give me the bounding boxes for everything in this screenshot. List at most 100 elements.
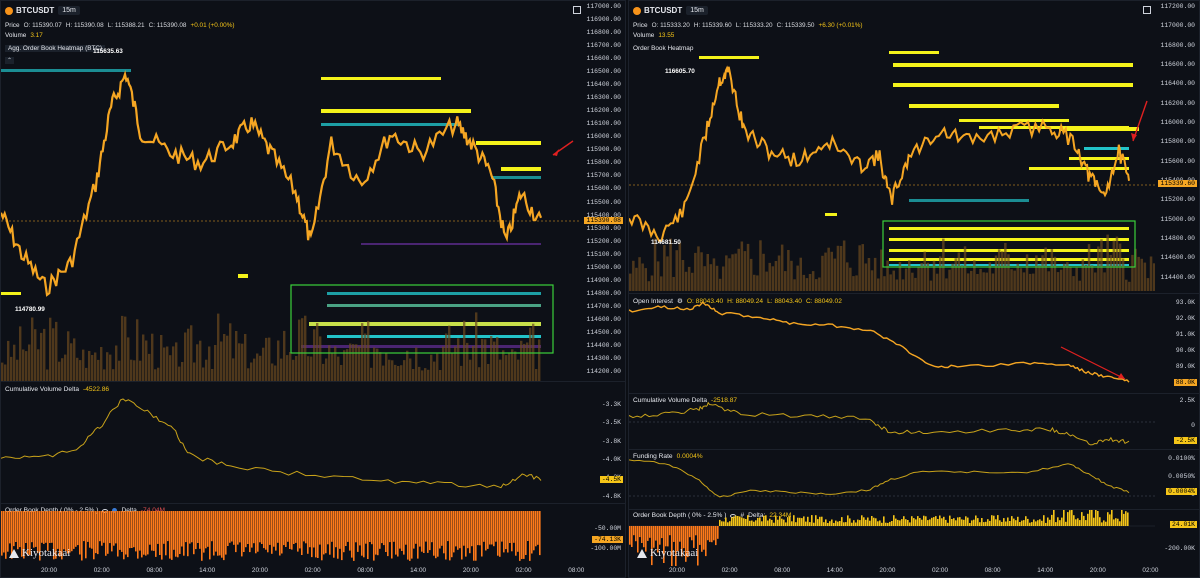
volume-bar bbox=[805, 278, 809, 291]
obd-bar bbox=[649, 526, 651, 538]
obd-bar bbox=[485, 511, 487, 551]
volume-bar bbox=[1121, 258, 1125, 291]
obd-bar bbox=[1063, 510, 1065, 526]
volume-bar bbox=[28, 344, 31, 381]
left-time-axis[interactable]: 20:00 02:00 08:00 14:00 20:00 02:00 08:00 14:00… bbox=[1, 565, 584, 577]
right-oi-chart[interactable] bbox=[629, 295, 1155, 391]
obd-bar bbox=[291, 511, 293, 550]
obd-bar bbox=[937, 519, 939, 526]
left-symbol[interactable]: BTCUSDT bbox=[5, 6, 54, 15]
obd-bar bbox=[785, 522, 787, 526]
obd-bar bbox=[643, 526, 645, 548]
right-time-axis[interactable]: 20:00 02:00 08:00 14:00 20:00 02:00 08:00 14:00… bbox=[629, 565, 1158, 577]
obd-bar bbox=[909, 522, 911, 526]
obd-bar bbox=[97, 511, 99, 555]
obd-bar bbox=[1075, 519, 1077, 526]
volume-bar bbox=[244, 334, 247, 381]
obd-bar bbox=[667, 526, 669, 547]
volume-bar bbox=[292, 359, 295, 381]
axis-tick-label: 116200.00 bbox=[586, 107, 621, 115]
obd-bar bbox=[811, 515, 813, 526]
left-obd-chart[interactable] bbox=[1, 509, 581, 569]
volume-bar bbox=[79, 360, 82, 381]
obd-bar bbox=[1095, 510, 1097, 526]
obd-bar bbox=[867, 517, 869, 526]
obd-bar bbox=[635, 526, 637, 542]
right-high-marker: 116605.70 bbox=[665, 68, 695, 75]
volume-bar bbox=[283, 330, 286, 381]
volume-bar bbox=[1038, 265, 1041, 291]
axis-tick-label: 115600.00 bbox=[586, 185, 621, 193]
volume-bar bbox=[867, 258, 871, 291]
volume-bar bbox=[917, 267, 920, 291]
obd-bar bbox=[1103, 520, 1105, 526]
volume-bar bbox=[908, 260, 911, 291]
obd-bar bbox=[895, 518, 897, 526]
volume-bar bbox=[1007, 254, 1010, 291]
volume-bar bbox=[469, 359, 472, 381]
right-cvd-chart[interactable] bbox=[629, 394, 1155, 449]
volume-bar bbox=[130, 359, 133, 381]
obd-bar bbox=[489, 511, 491, 545]
obd-bar bbox=[135, 511, 137, 552]
obd-bar bbox=[1113, 519, 1115, 526]
right-heatmap-bands bbox=[699, 51, 1139, 266]
obd-bar bbox=[753, 521, 755, 526]
volume-bar bbox=[691, 272, 694, 291]
right-price-axis[interactable]: 117200.00 117000.00 116800.00 116600.00 1164… bbox=[1153, 1, 1199, 293]
obd-bar bbox=[255, 511, 257, 554]
obd-bar bbox=[961, 519, 963, 526]
volume-bar bbox=[1010, 269, 1013, 291]
right-funding-chart[interactable] bbox=[629, 450, 1155, 508]
obd-bar bbox=[223, 511, 225, 561]
left-cvd-chart[interactable] bbox=[1, 386, 581, 501]
obd-bar bbox=[103, 511, 105, 543]
volume-bar bbox=[976, 274, 979, 291]
obd-bar bbox=[415, 511, 417, 544]
obd-bar bbox=[823, 522, 825, 526]
obd-bar bbox=[431, 511, 433, 543]
obd-bar bbox=[215, 511, 217, 552]
obd-bar bbox=[367, 511, 369, 559]
obd-bar bbox=[743, 518, 745, 526]
volume-bar bbox=[334, 346, 337, 381]
axis-tick-label: 115200.00 bbox=[1160, 196, 1195, 204]
obd-bar bbox=[211, 511, 213, 542]
axis-tick-label: 114700.00 bbox=[586, 302, 621, 310]
volume-bar bbox=[1106, 234, 1109, 291]
volume-bar bbox=[852, 276, 855, 291]
left-heatmap-legend[interactable]: Agg. Order Book Heatmap (BTC) bbox=[5, 45, 106, 52]
obd-bar bbox=[933, 517, 935, 526]
obd-bar bbox=[213, 511, 215, 556]
axis-tick-label: 115000.00 bbox=[586, 263, 621, 271]
obd-bar bbox=[1049, 519, 1051, 526]
obd-bar bbox=[353, 511, 355, 561]
obd-bar bbox=[977, 518, 979, 526]
volume-bar bbox=[163, 347, 166, 381]
obd-bar bbox=[997, 515, 999, 526]
obd-bar bbox=[285, 511, 287, 547]
left-arrow-head bbox=[553, 149, 559, 156]
obd-bar bbox=[735, 515, 737, 526]
volume-bar bbox=[34, 329, 37, 381]
obd-bar bbox=[923, 515, 925, 526]
obd-bar bbox=[1087, 513, 1089, 526]
volume-bar bbox=[181, 362, 184, 381]
volume-bar bbox=[151, 333, 154, 381]
left-price-axis[interactable]: 117000.00 116900.00 116800.00 116700.00 1166… bbox=[579, 1, 625, 381]
time-tick-label: 02:00 bbox=[93, 567, 110, 574]
volume-bar bbox=[864, 263, 868, 291]
left-timeframe[interactable]: 15m bbox=[58, 6, 80, 15]
obd-bar bbox=[199, 511, 201, 549]
obd-bar bbox=[831, 519, 833, 526]
volume-bar bbox=[790, 260, 793, 291]
obd-bar bbox=[463, 511, 465, 546]
obd-bar bbox=[791, 521, 793, 526]
obd-bar bbox=[857, 519, 859, 526]
left-main-chart[interactable] bbox=[1, 63, 581, 381]
volume-bar bbox=[322, 363, 325, 381]
right-obd-chart[interactable] bbox=[629, 510, 1155, 566]
obd-bar bbox=[443, 511, 445, 554]
right-main-chart[interactable] bbox=[629, 1, 1155, 291]
volume-bar bbox=[1035, 255, 1038, 291]
